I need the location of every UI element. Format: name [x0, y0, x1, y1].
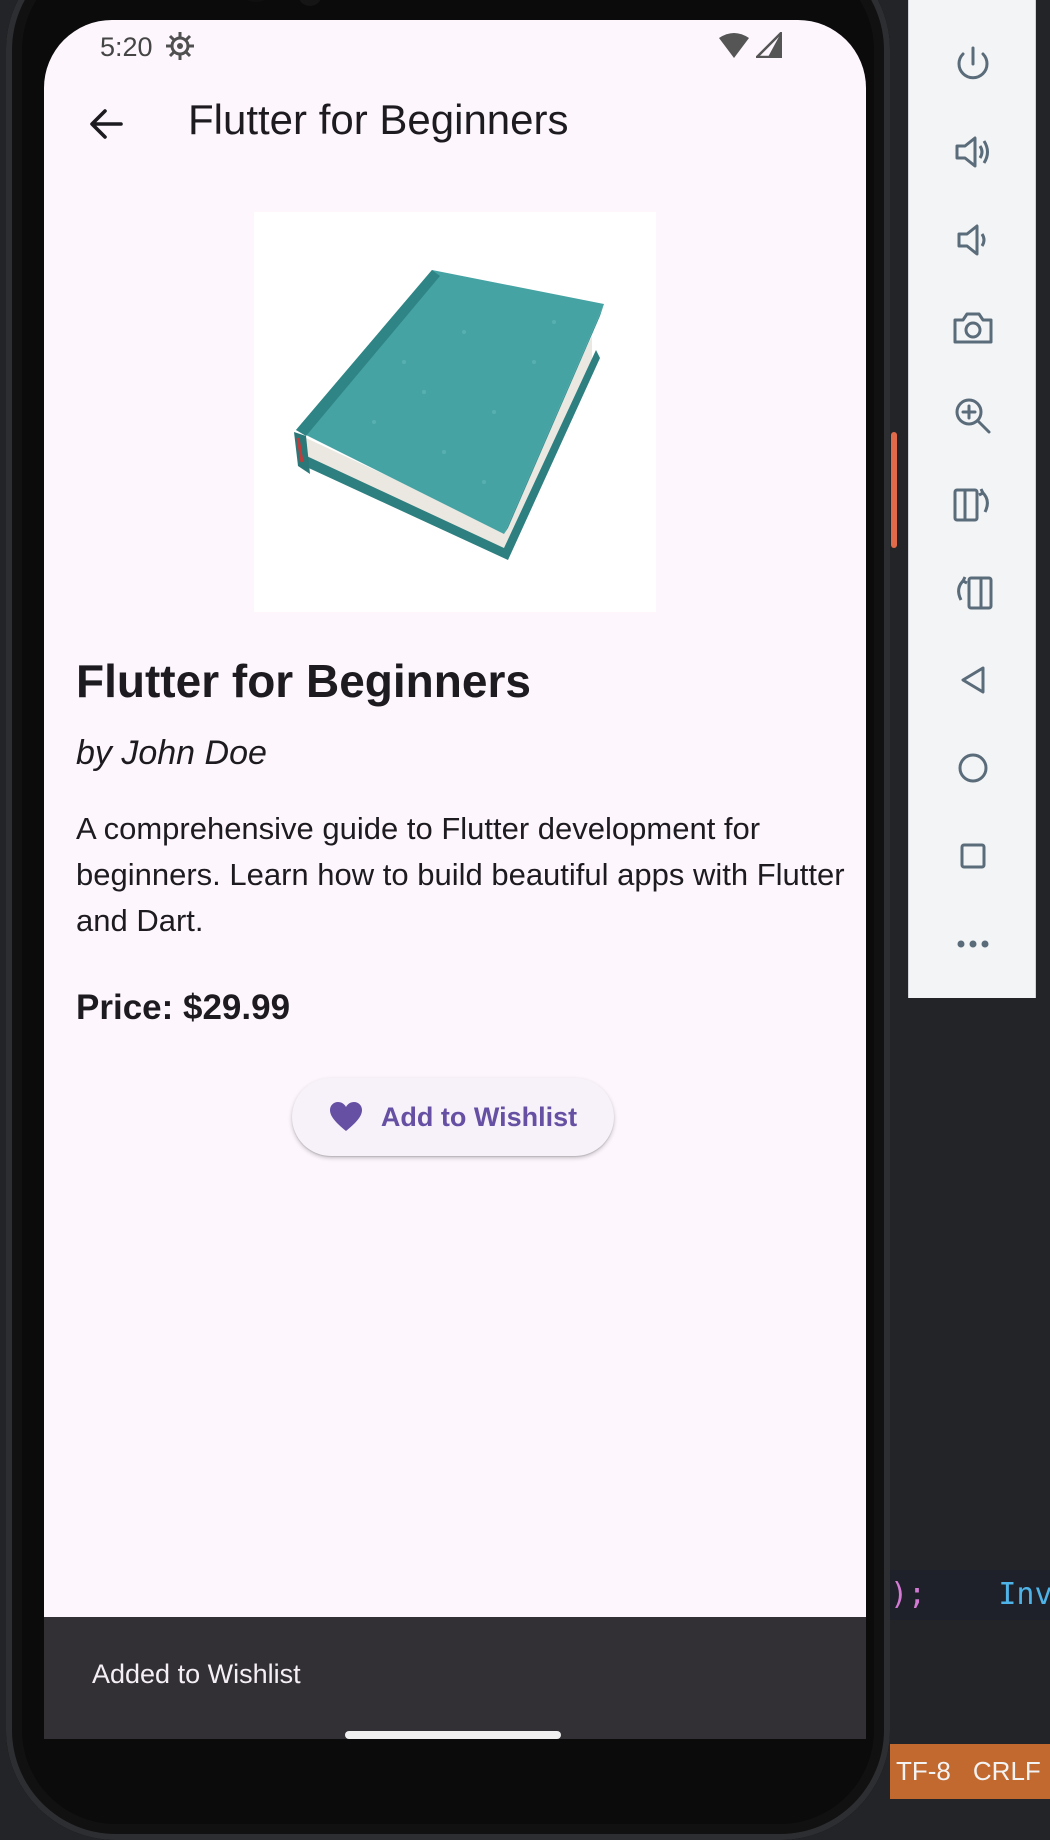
- rotate-right-icon[interactable]: [943, 562, 1003, 622]
- emulator-toolbar: [908, 0, 1036, 998]
- front-camera: [236, 0, 276, 2]
- book-cover-image: [254, 212, 656, 612]
- snackbar: Added to Wishlist: [44, 1617, 866, 1739]
- zoom-in-icon[interactable]: [943, 386, 1003, 446]
- wifi-icon: [719, 33, 749, 58]
- settings-gear-icon: [166, 32, 194, 60]
- back-button[interactable]: [74, 92, 138, 156]
- ide-code-fragment: ); Inv: [890, 1570, 1050, 1620]
- ide-encoding[interactable]: TF-8: [896, 1756, 951, 1787]
- ide-code-keyword: Inv: [998, 1577, 1050, 1612]
- power-icon[interactable]: [943, 34, 1003, 94]
- book-price: Price: $29.99: [76, 988, 291, 1027]
- add-to-wishlist-button[interactable]: Add to Wishlist: [292, 1078, 614, 1156]
- back-triangle-icon[interactable]: [943, 650, 1003, 710]
- app-bar-title: Flutter for Beginners: [188, 96, 569, 143]
- home-indicator[interactable]: [345, 1731, 561, 1739]
- snackbar-message: Added to Wishlist: [92, 1659, 301, 1689]
- more-icon[interactable]: [943, 914, 1003, 974]
- app-bar: Flutter for Beginners: [44, 72, 866, 180]
- rotate-left-icon[interactable]: [943, 474, 1003, 534]
- ide-line-ending[interactable]: CRLF: [973, 1756, 1041, 1787]
- app-screen: 5:20 Flutter for Beginners Flutter for B…: [44, 20, 866, 1739]
- overview-square-icon[interactable]: [943, 826, 1003, 886]
- home-circle-icon[interactable]: [943, 738, 1003, 798]
- book-author: by John Doe: [76, 734, 267, 772]
- wishlist-button-label: Add to Wishlist: [380, 1101, 578, 1132]
- status-bar: 5:20: [44, 20, 866, 72]
- status-time: 5:20: [100, 32, 153, 62]
- volume-up-icon[interactable]: [943, 122, 1003, 182]
- volume-down-icon[interactable]: [943, 210, 1003, 270]
- phone-frame: 5:20 Flutter for Beginners Flutter for B…: [6, 0, 890, 1840]
- arrow-back-icon: [90, 109, 123, 139]
- proximity-sensor: [298, 0, 322, 6]
- cell-signal-icon: [756, 32, 782, 58]
- book-title: Flutter for Beginners: [76, 655, 531, 707]
- book-description: A comprehensive guide to Flutter develop…: [76, 811, 845, 938]
- ide-status-bar: TF-8 CRLF: [890, 1744, 1050, 1799]
- ide-gutter-marker: [891, 432, 897, 548]
- heart-icon: [329, 1102, 362, 1131]
- camera-icon[interactable]: [943, 298, 1003, 358]
- ide-code-paren: );: [890, 1577, 927, 1612]
